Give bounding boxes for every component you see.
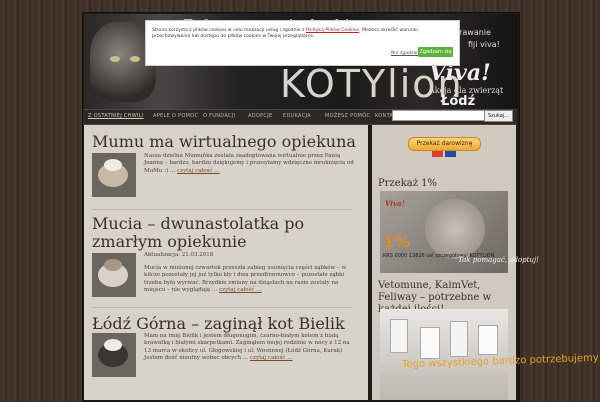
bottle-icon bbox=[478, 325, 498, 355]
city-label: Łódź bbox=[441, 94, 476, 109]
post-title[interactable]: Mucia – dwunastolatka po zmarłym opiekun… bbox=[92, 215, 362, 251]
medicine-banner[interactable] bbox=[380, 309, 508, 400]
mastercard-icon bbox=[432, 151, 443, 157]
search-button[interactable]: Szukaj... bbox=[484, 110, 513, 122]
post-excerpt: Mucia w minionej czwartek przeszła zabie… bbox=[144, 265, 347, 294]
viva-small-logo: Viva! bbox=[385, 199, 405, 208]
nav-item-about[interactable]: O FUNDACJI bbox=[203, 113, 235, 119]
bottle-icon bbox=[420, 327, 440, 359]
cat-eye-icon bbox=[110, 56, 120, 62]
cat-eye-icon bbox=[130, 56, 140, 62]
header-side-text: fiji viva! bbox=[468, 40, 500, 49]
banner-slogan: Tak pomagać, adoptuj! bbox=[458, 256, 539, 264]
bottle-icon bbox=[450, 321, 468, 357]
nav-item-help[interactable]: MOŻESZ POMÓC bbox=[325, 113, 370, 119]
post-item: Mumu ma wirtualnego opiekuna :) Nasza dz… bbox=[92, 133, 362, 210]
cookie-banner: Strona korzysta z plików cookies w celu … bbox=[145, 20, 460, 66]
post-divider bbox=[92, 307, 352, 308]
read-more-link[interactable]: czytaj całość … bbox=[250, 355, 293, 361]
read-more-link[interactable]: czytaj całość … bbox=[177, 168, 220, 174]
post-thumbnail[interactable] bbox=[92, 333, 136, 377]
cookie-policy-link[interactable]: Polityką Plików Cookies bbox=[306, 28, 359, 33]
cookie-text: Strona korzysta z plików cookies w celu … bbox=[152, 28, 418, 39]
cookie-agree-button[interactable]: Zgadzam się bbox=[418, 47, 453, 57]
post-excerpt: Mam na imię Bielik i jestem długonogim, … bbox=[144, 333, 350, 362]
one-percent-label: 1% bbox=[383, 232, 411, 251]
main-content: Mumu ma wirtualnego opiekuna :) Nasza dz… bbox=[84, 125, 368, 400]
donate-button[interactable]: Przekaż darowiznę bbox=[408, 137, 481, 151]
nav-item-adoptions[interactable]: ADOPCJE bbox=[248, 113, 272, 119]
search-input[interactable] bbox=[392, 110, 489, 121]
post-thumbnail[interactable] bbox=[92, 153, 136, 197]
post-divider bbox=[92, 209, 352, 210]
payment-cards bbox=[432, 151, 456, 157]
nav-item-latest[interactable]: Z OSTATNIEJ CHWILI bbox=[88, 113, 144, 119]
sidebar-heading: Przekaż 1% bbox=[378, 178, 438, 189]
bottle-icon bbox=[390, 319, 408, 353]
visa-icon bbox=[445, 151, 456, 157]
nav-item-education[interactable]: EDUKACJA bbox=[283, 113, 311, 119]
post-title[interactable]: Łódź Górna – zaginął kot Bielik bbox=[92, 315, 362, 333]
read-more-link[interactable]: czytaj całość … bbox=[219, 287, 262, 293]
post-item: Mucia – dwunastolatka po zmarłym opiekun… bbox=[92, 215, 362, 308]
post-date: Aktualizacja: 21.03.2018 bbox=[144, 252, 214, 258]
nav-item-appeals[interactable]: APELE O POMOC bbox=[153, 113, 198, 119]
post-thumbnail[interactable] bbox=[92, 253, 136, 297]
post-excerpt: Nasza dzielna Mumuńka została zaadoptowa… bbox=[144, 153, 354, 174]
post-item: Łódź Górna – zaginął kot Bielik Mam na i… bbox=[92, 315, 362, 377]
